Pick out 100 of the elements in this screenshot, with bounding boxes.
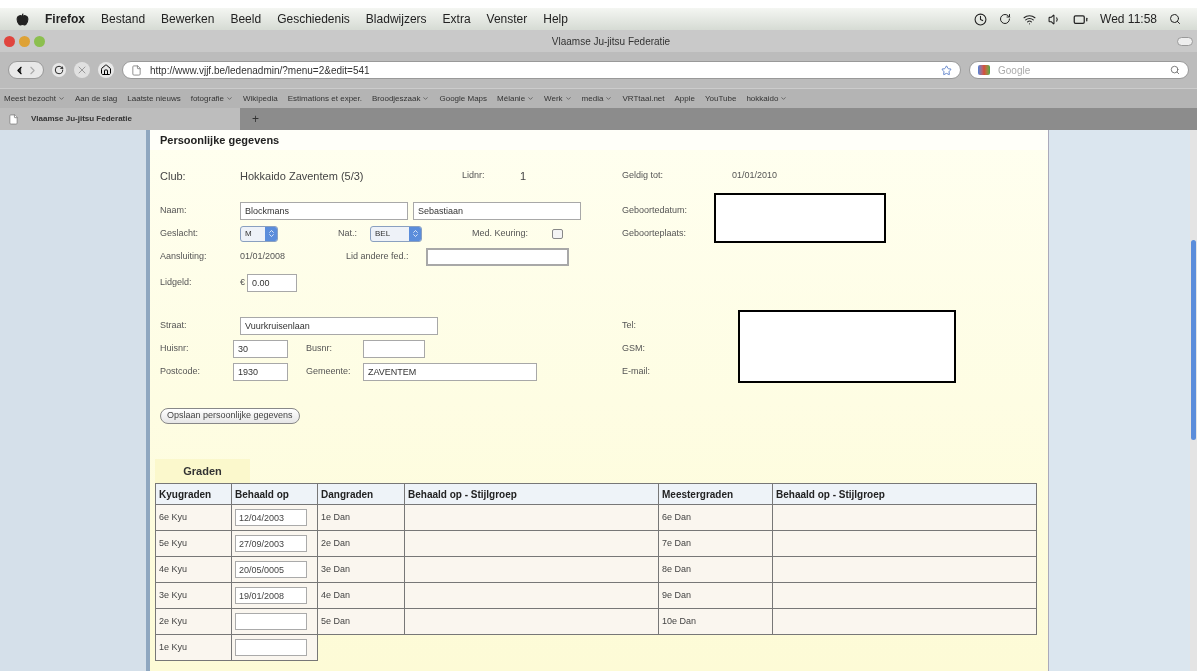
stepper-icon: [266, 229, 276, 238]
bookmark-item[interactable]: Google Maps: [439, 92, 488, 105]
caret-icon: [527, 95, 535, 102]
date-field[interactable]: [235, 639, 307, 656]
menu-item[interactable]: Venster: [486, 10, 528, 28]
select-field[interactable]: M: [240, 225, 278, 242]
member-number: 1: [520, 168, 527, 184]
bookmark-item[interactable]: hokkaido: [746, 92, 788, 105]
field-label: Geboortedatum:: [622, 203, 688, 217]
input-field[interactable]: 30: [233, 339, 288, 358]
home-icon[interactable]: [98, 62, 114, 78]
field-label: Straat:: [160, 318, 188, 332]
input-field[interactable]: [363, 339, 425, 358]
field-label: Nat.:: [338, 226, 358, 240]
caret-icon: [58, 95, 66, 102]
menu-item[interactable]: Beeld: [230, 10, 262, 28]
date-field[interactable]: 27/09/2003: [235, 535, 307, 552]
bookmark-item[interactable]: fotografie: [190, 92, 234, 105]
field-label: Geboorteplaats:: [622, 226, 687, 240]
scrollbar[interactable]: [1190, 130, 1197, 671]
field-label: E-mail:: [622, 364, 650, 378]
toolbar-toggle-icon[interactable]: [1177, 36, 1193, 46]
bookmark-item[interactable]: Apple: [674, 92, 695, 105]
save-button[interactable]: Opslaan persoonlijke gegevens: [160, 407, 300, 424]
column-header: Behaald op - Stijlgroep: [404, 483, 659, 505]
menu-item[interactable]: Bestand: [101, 10, 146, 28]
caret-icon: [605, 95, 613, 102]
bookmark-item[interactable]: Broodjeszaak: [372, 92, 430, 105]
input-field[interactable]: ZAVENTEM: [363, 362, 537, 381]
menu-item[interactable]: Bladwijzers: [365, 10, 427, 28]
apple-icon[interactable]: [16, 12, 29, 26]
menu-item[interactable]: Help: [543, 10, 568, 28]
bookmark-item[interactable]: Aan de slag: [75, 92, 118, 105]
search-icon[interactable]: [1169, 13, 1181, 25]
bookmark-item[interactable]: Mélanie: [497, 92, 535, 105]
menu-item[interactable]: Geschiedenis: [277, 10, 350, 28]
bookmark-item[interactable]: Laatste nieuws: [127, 92, 181, 105]
table-cell: 4e Kyu: [155, 556, 232, 583]
bookmark-item[interactable]: YouTube: [705, 92, 737, 105]
column-header: Meestergraden: [658, 483, 773, 505]
bookmark-item[interactable]: VRTtaal.net: [622, 92, 665, 105]
date-field[interactable]: [235, 613, 307, 630]
bookmark-item[interactable]: Werk: [544, 92, 572, 105]
caret-icon: [422, 95, 430, 102]
club-name: Hokkaido Zaventem (5/3): [240, 168, 365, 184]
table-cell: 6e Dan: [658, 504, 773, 531]
field-label: Naam:: [160, 203, 188, 217]
menu-clock: Wed 11:58: [1100, 11, 1157, 28]
checkbox[interactable]: [552, 228, 563, 239]
new-tab-button[interactable]: +: [240, 108, 271, 130]
select-field[interactable]: BEL: [370, 225, 422, 242]
field-label: Aansluiting:: [160, 249, 208, 263]
stop-icon[interactable]: [74, 62, 90, 78]
menu-item[interactable]: Extra: [442, 10, 471, 28]
caret-icon: [226, 95, 234, 102]
input-field[interactable]: [426, 247, 569, 266]
page-icon: [131, 64, 142, 76]
bookmark-star-icon[interactable]: [941, 64, 952, 76]
field-label: Lidnr:: [462, 169, 486, 183]
table-cell: 5e Dan: [317, 608, 405, 635]
bookmark-item[interactable]: Estimations et exper.: [287, 92, 362, 105]
field-label: Gemeente:: [306, 364, 352, 378]
scrollbar-thumb[interactable]: [1191, 240, 1196, 440]
input-field[interactable]: 0.00: [247, 274, 297, 292]
reload-icon[interactable]: [52, 63, 66, 77]
caret-icon: [564, 95, 572, 102]
field-label: Busnr:: [306, 341, 333, 355]
section-title: Graden: [183, 463, 222, 479]
wifi-icon[interactable]: [1023, 12, 1037, 26]
date-field[interactable]: 20/05/0005: [235, 561, 307, 578]
table-cell: 2e Kyu: [155, 608, 232, 635]
table-cell: 1e Dan: [317, 504, 405, 531]
address-bar[interactable]: http://www.vjjf.be/ledenadmin/?menu=2&edit=541: [122, 61, 961, 79]
bookmark-item[interactable]: Meest bezocht: [4, 92, 66, 105]
menu-item[interactable]: Bewerken: [161, 10, 215, 28]
back-forward-button[interactable]: [8, 61, 44, 79]
field-label: Geslacht:: [160, 226, 200, 240]
date-field[interactable]: 19/01/2008: [235, 587, 307, 604]
browser-tab[interactable]: Vlaamse Ju-jitsu Federatie: [0, 108, 240, 130]
table-cell: 3e Kyu: [155, 582, 232, 609]
column-header: Behaald op: [231, 483, 318, 505]
sync-icon[interactable]: [999, 13, 1012, 25]
input-field[interactable]: Blockmans: [240, 201, 408, 220]
close-window-button[interactable]: [4, 35, 15, 47]
input-field[interactable]: 1930: [233, 362, 288, 381]
input-field[interactable]: Sebastiaan: [413, 201, 581, 220]
input-field[interactable]: Vuurkruisenlaan: [240, 316, 438, 335]
table-cell: 8e Dan: [658, 556, 773, 583]
search-icon[interactable]: [1170, 65, 1180, 75]
field-label: Club:: [160, 168, 187, 184]
window-title: Vlaamse Ju-jitsu Federatie: [551, 34, 671, 49]
bookmark-item[interactable]: Wikipedia: [243, 92, 278, 105]
bookmark-item[interactable]: media: [581, 92, 613, 105]
date-field[interactable]: 12/04/2003: [235, 509, 307, 526]
clock-icon[interactable]: [974, 12, 988, 26]
table-cell: 9e Dan: [658, 582, 773, 609]
field-label: Huisnr:: [160, 341, 190, 355]
menu-item[interactable]: Firefox: [45, 10, 85, 28]
page-icon: [8, 113, 19, 125]
table-cell: 5e Kyu: [155, 530, 232, 557]
